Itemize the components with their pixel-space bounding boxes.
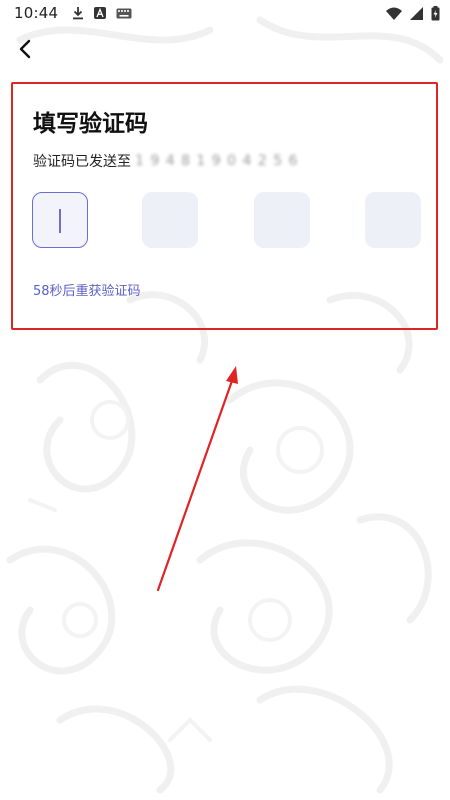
download-icon	[72, 6, 84, 20]
sent-to-row: 验证码已发送至 1 9 4 8 1 9 0 4 2 5 6	[33, 151, 298, 171]
masked-phone-number: 1 9 4 8 1 9 0 4 2 5 6	[135, 153, 299, 169]
status-system-icons	[386, 5, 440, 21]
chevron-left-icon	[19, 39, 31, 59]
back-button[interactable]	[10, 34, 40, 64]
status-bar: 10:44	[0, 0, 450, 26]
battery-charging-icon	[431, 5, 440, 21]
status-time: 10:44	[14, 4, 59, 22]
code-digit-input-2[interactable]	[142, 192, 198, 248]
code-input-group	[32, 192, 422, 250]
wifi-icon	[386, 7, 402, 20]
verification-panel: 填写验证码 验证码已发送至 1 9 4 8 1 9 0 4 2 5 6 58秒后…	[11, 82, 438, 330]
code-digit-input-4[interactable]	[365, 192, 421, 248]
status-notification-icons	[72, 6, 132, 20]
sent-to-label: 验证码已发送至	[33, 154, 131, 170]
code-digit-input-3[interactable]	[254, 192, 310, 248]
signal-icon	[410, 6, 423, 20]
text-caret	[59, 209, 61, 233]
font-a-icon	[94, 7, 107, 19]
resend-countdown-link[interactable]: 58秒后重获验证码	[33, 280, 141, 299]
code-digit-input-1[interactable]	[32, 192, 88, 248]
keyboard-icon	[116, 8, 132, 19]
page-title: 填写验证码	[33, 111, 148, 137]
